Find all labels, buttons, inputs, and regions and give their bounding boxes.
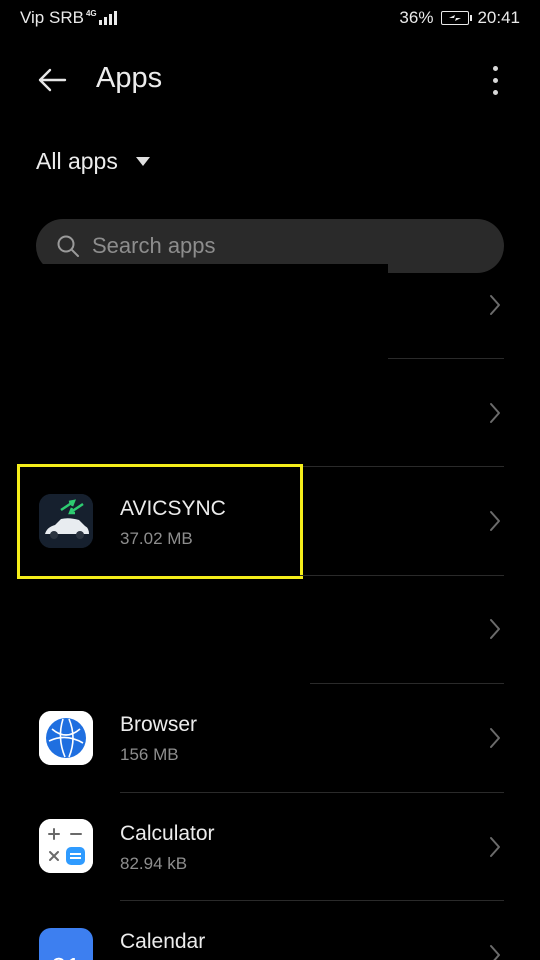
app-size: 82.94 kB xyxy=(120,854,188,873)
signal-icon xyxy=(98,11,117,25)
chevron-right-icon xyxy=(486,832,504,862)
app-name: Calendar xyxy=(120,930,206,953)
app-size: 156 MB xyxy=(120,745,179,764)
chevron-right-icon xyxy=(486,506,504,536)
app-list-item[interactable] xyxy=(0,359,540,466)
browser-app-icon xyxy=(39,711,93,765)
app-name: Browser xyxy=(120,713,198,736)
app-list-item[interactable] xyxy=(0,250,540,358)
battery-percent: 36% xyxy=(399,8,434,27)
chevron-right-icon xyxy=(486,940,504,960)
app-list-item-browser[interactable]: Browser 156 MB xyxy=(0,684,540,792)
calculator-app-icon xyxy=(39,819,93,873)
clock: 20:41 xyxy=(477,8,520,27)
chevron-right-icon xyxy=(486,723,504,753)
more-vertical-icon xyxy=(492,65,498,71)
battery-charging-icon xyxy=(441,11,473,25)
chevron-right-icon xyxy=(486,614,504,644)
app-list-item-calculator[interactable]: Calculator 82.94 kB xyxy=(0,793,540,900)
chevron-right-icon xyxy=(486,290,504,320)
filter-label: All apps xyxy=(36,148,118,174)
app-list-item-calendar[interactable]: 31 Calendar xyxy=(0,901,540,960)
caret-down-icon xyxy=(135,157,150,166)
status-bar-right: 36% 20:41 xyxy=(399,8,520,28)
app-list-item[interactable] xyxy=(0,576,540,683)
app-name: Calculator xyxy=(120,822,215,845)
calendar-app-icon: 31 xyxy=(39,928,93,960)
page-title: Apps xyxy=(96,62,163,94)
carrier-name: Vip SRB xyxy=(20,8,84,27)
network-type: 4G xyxy=(85,9,97,18)
arrow-left-icon xyxy=(38,68,67,92)
status-bar-left: Vip SRB 4G xyxy=(20,8,117,28)
app-filter-dropdown[interactable]: All apps xyxy=(36,148,150,175)
more-options-button[interactable] xyxy=(478,60,512,100)
selection-highlight xyxy=(17,464,303,579)
chevron-right-icon xyxy=(486,398,504,428)
back-button[interactable] xyxy=(30,58,74,102)
